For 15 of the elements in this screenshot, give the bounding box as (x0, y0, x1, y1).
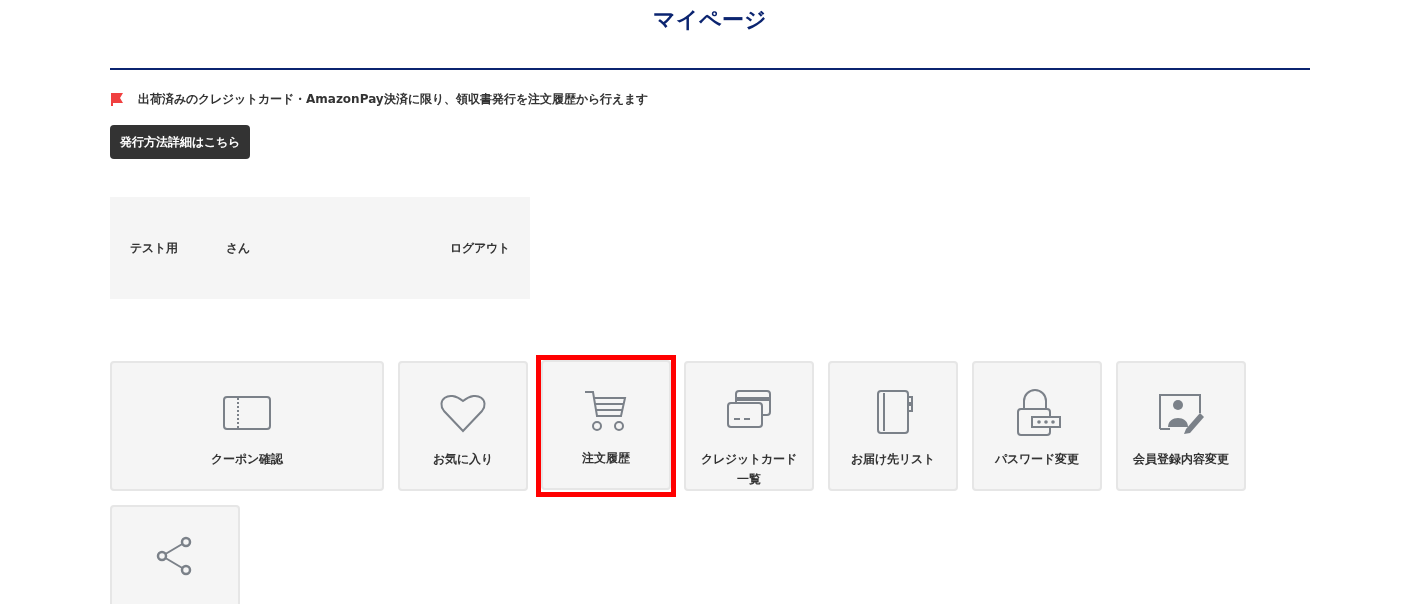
menu-tile[interactable]: 注文履歴 (541, 360, 671, 490)
flag-icon (110, 92, 126, 106)
menu-tile[interactable]: 会員登録内容変更 (1116, 361, 1246, 491)
menu-tile[interactable]: パスワード変更 (972, 361, 1102, 491)
details-button[interactable]: 発行方法詳細はこちら (110, 125, 250, 159)
logout-link[interactable]: ログアウト (450, 239, 510, 257)
user-suffix: さん (226, 240, 250, 257)
menu-tile[interactable]: お届け先リスト (828, 361, 958, 491)
menu-tile[interactable]: クーポン確認 (110, 361, 384, 491)
page-title: マイページ (652, 6, 768, 34)
notice-text: 出荷済みのクレジットカード・AmazonPay決済に限り、領収書発行を注文履歴から行えます (138, 91, 648, 108)
menu-tile[interactable] (110, 505, 240, 604)
menu-tile[interactable]: お気に入り (398, 361, 528, 491)
user-name: テスト用 (130, 240, 179, 257)
menu-tile[interactable]: クレジットカード一覧 (684, 361, 814, 491)
